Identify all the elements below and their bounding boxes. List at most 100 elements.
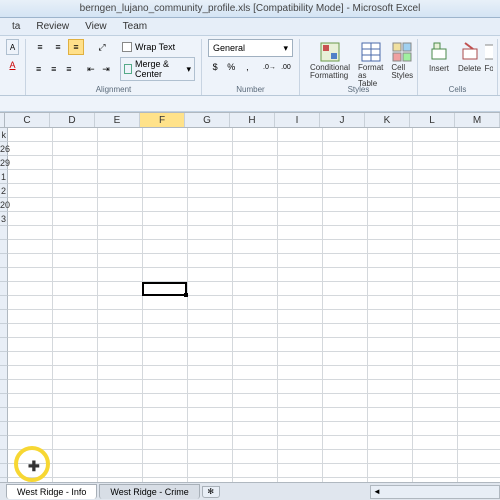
delete-button[interactable]: Delete	[454, 39, 485, 75]
font-group-partial: A A	[0, 39, 26, 95]
font-size-button[interactable]: A	[6, 39, 19, 55]
column-header-f[interactable]: F	[140, 113, 185, 127]
comma-icon[interactable]: ,	[240, 59, 254, 75]
conditional-formatting-icon	[319, 41, 341, 63]
currency-icon[interactable]: $	[208, 59, 222, 75]
row-header[interactable]	[0, 324, 8, 338]
row-header[interactable]	[0, 408, 8, 422]
column-headers: CDEFGHIJKLM	[0, 112, 500, 128]
column-header-k[interactable]: K	[365, 113, 410, 127]
column-header-d[interactable]: D	[50, 113, 95, 127]
tab-review[interactable]: Review	[28, 19, 77, 34]
sheet-tab-active[interactable]: West Ridge - Info	[6, 484, 97, 499]
align-middle-icon[interactable]: ≡	[50, 39, 66, 55]
column-header-m[interactable]: M	[455, 113, 500, 127]
insert-button[interactable]: Insert	[424, 39, 454, 75]
cells-area[interactable]	[8, 128, 500, 498]
row-header[interactable]	[0, 296, 8, 310]
number-format-select[interactable]: General ▾	[208, 39, 293, 57]
column-header-h[interactable]: H	[230, 113, 275, 127]
formula-bar-area	[0, 96, 500, 112]
decrease-decimal-icon[interactable]: .00	[279, 59, 293, 75]
column-header-c[interactable]: C	[5, 113, 50, 127]
align-left-icon[interactable]: ≡	[32, 61, 45, 77]
styles-label: Styles	[300, 85, 417, 94]
row-header[interactable]	[0, 422, 8, 436]
cells-label: Cells	[418, 85, 497, 94]
column-header-l[interactable]: L	[410, 113, 455, 127]
row-header[interactable]: 26	[0, 142, 8, 156]
tab-data-partial[interactable]: ta	[4, 19, 28, 34]
row-header[interactable]: 2	[0, 184, 8, 198]
orientation-icon[interactable]: ⤢	[94, 39, 110, 55]
row-header[interactable]	[0, 366, 8, 380]
tab-view[interactable]: View	[77, 19, 115, 34]
row-header[interactable]: 1	[0, 170, 8, 184]
row-header[interactable]	[0, 394, 8, 408]
font-color-button[interactable]: A	[6, 57, 19, 73]
row-header[interactable]	[0, 226, 8, 240]
number-group: General ▾ $ % , .0→ .00 Number	[202, 39, 300, 95]
alignment-group: ≡ ≡ ≡ ⤢ Wrap Text ≡ ≡ ≡ ⇤ ⇥ Merge & Cent…	[26, 39, 202, 95]
align-top-icon[interactable]: ≡	[32, 39, 48, 55]
title-bar: berngen_lujano_community_profile.xls [Co…	[0, 0, 500, 18]
format-as-table-button[interactable]: Format as Table	[354, 39, 387, 90]
format-button[interactable]: Fo	[485, 39, 493, 75]
decrease-indent-icon[interactable]: ⇤	[84, 61, 97, 77]
row-header[interactable]	[0, 436, 8, 450]
align-bottom-icon[interactable]: ≡	[68, 39, 84, 55]
tab-team[interactable]: Team	[115, 19, 155, 34]
sheet-tab-inactive[interactable]: West Ridge - Crime	[99, 484, 199, 499]
column-header-e[interactable]: E	[95, 113, 140, 127]
insert-icon	[428, 41, 450, 63]
row-header[interactable]	[0, 310, 8, 324]
dropdown-icon: ▾	[186, 64, 191, 75]
align-right-icon[interactable]: ≡	[62, 61, 75, 77]
styles-group: Conditional Formatting Format as Table C…	[300, 39, 418, 95]
row-header[interactable]: 20	[0, 198, 8, 212]
row-header[interactable]	[0, 268, 8, 282]
row-header[interactable]	[0, 282, 8, 296]
row-header[interactable]	[0, 338, 8, 352]
selected-cell[interactable]	[142, 282, 187, 296]
row-header[interactable]: 29	[0, 156, 8, 170]
conditional-formatting-button[interactable]: Conditional Formatting	[306, 39, 354, 82]
row-headers: k262912203	[0, 128, 8, 498]
horizontal-scrollbar[interactable]: ◄	[370, 485, 500, 499]
wrap-text-button[interactable]: Wrap Text	[122, 42, 175, 52]
new-sheet-button[interactable]: ✻	[202, 486, 220, 498]
row-header[interactable]	[0, 464, 8, 478]
row-header[interactable]	[0, 450, 8, 464]
window-title: berngen_lujano_community_profile.xls [Co…	[80, 3, 421, 14]
number-label: Number	[202, 85, 299, 94]
row-header[interactable]	[0, 254, 8, 268]
wrap-text-icon	[122, 42, 132, 52]
percent-icon[interactable]: %	[224, 59, 238, 75]
merge-icon	[124, 64, 132, 74]
merge-center-button[interactable]: Merge & Center ▾	[120, 57, 195, 81]
increase-indent-icon[interactable]: ⇥	[99, 61, 112, 77]
sheet-tab-bar: West Ridge - Info West Ridge - Crime ✻ ◄	[0, 482, 500, 500]
column-header-i[interactable]: I	[275, 113, 320, 127]
alignment-label: Alignment	[26, 85, 201, 94]
format-icon	[485, 41, 493, 63]
row-header[interactable]	[0, 352, 8, 366]
scroll-left-icon[interactable]: ◄	[371, 487, 383, 496]
row-header[interactable]	[0, 240, 8, 254]
row-header[interactable]: 3	[0, 212, 8, 226]
spreadsheet-grid[interactable]: k262912203 ✚	[0, 128, 500, 498]
ribbon-tabs: ta Review View Team	[0, 18, 500, 36]
row-header[interactable]: k	[0, 128, 8, 142]
column-header-j[interactable]: J	[320, 113, 365, 127]
increase-decimal-icon[interactable]: .0→	[262, 59, 277, 75]
cell-styles-button[interactable]: Cell Styles	[387, 39, 417, 82]
align-center-icon[interactable]: ≡	[47, 61, 60, 77]
cell-styles-icon	[391, 41, 413, 63]
dropdown-icon: ▾	[283, 43, 288, 54]
cells-group: Insert Delete Fo Cells	[418, 39, 498, 95]
delete-icon	[459, 41, 481, 63]
column-header-g[interactable]: G	[185, 113, 230, 127]
format-table-icon	[360, 41, 382, 63]
ribbon: A A ≡ ≡ ≡ ⤢ Wrap Text ≡ ≡ ≡ ⇤ ⇥	[0, 36, 500, 96]
row-header[interactable]	[0, 380, 8, 394]
